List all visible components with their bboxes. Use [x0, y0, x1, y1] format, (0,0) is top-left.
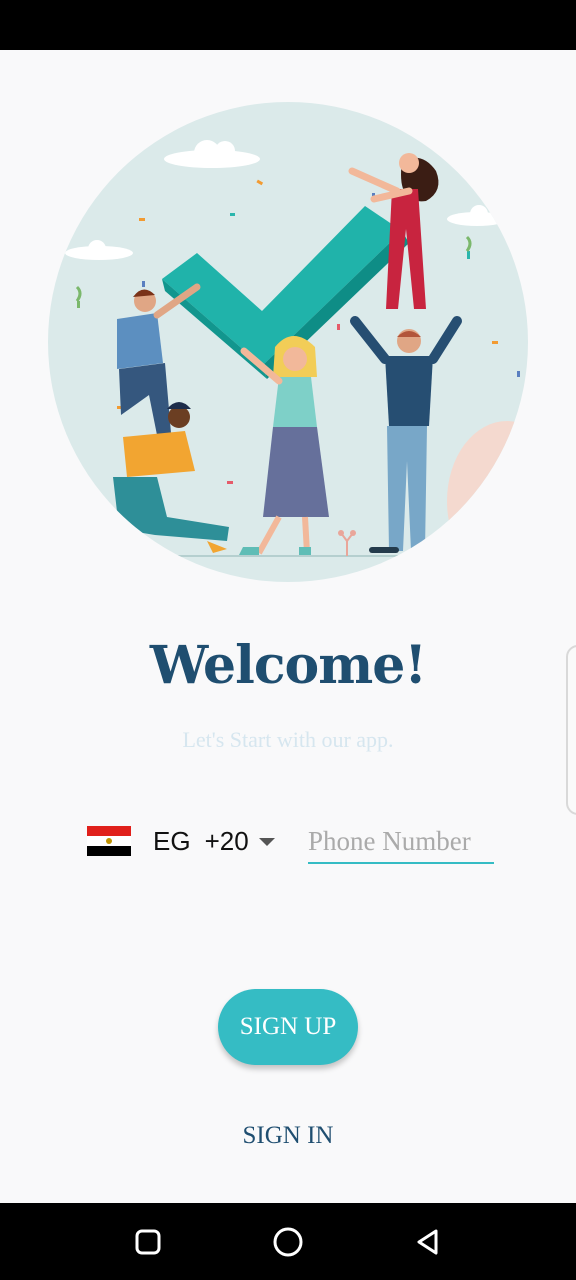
sign-up-button[interactable]: SIGN UP	[218, 989, 358, 1065]
home-icon[interactable]	[271, 1225, 305, 1259]
sign-in-button[interactable]: SIGN IN	[198, 1116, 378, 1156]
dial-code-label: +20	[204, 825, 249, 856]
team-success-illustration	[48, 102, 528, 582]
welcome-title: Welcome!	[149, 635, 427, 696]
country-code-label: EG	[153, 825, 191, 856]
country-code-picker[interactable]: EG +20	[87, 818, 275, 864]
egypt-flag-icon	[87, 826, 131, 856]
phone-number-input[interactable]	[308, 820, 494, 864]
dropdown-caret-icon	[258, 838, 275, 846]
welcome-subtitle: Let's Start with our app.	[182, 727, 394, 752]
recent-apps-icon[interactable]	[131, 1225, 165, 1259]
welcome-screen: Welcome! Let's Start with our app. EG +2…	[0, 50, 576, 1203]
status-bar	[0, 0, 576, 50]
back-icon[interactable]	[411, 1225, 445, 1259]
system-navigation-bar	[0, 1203, 576, 1280]
